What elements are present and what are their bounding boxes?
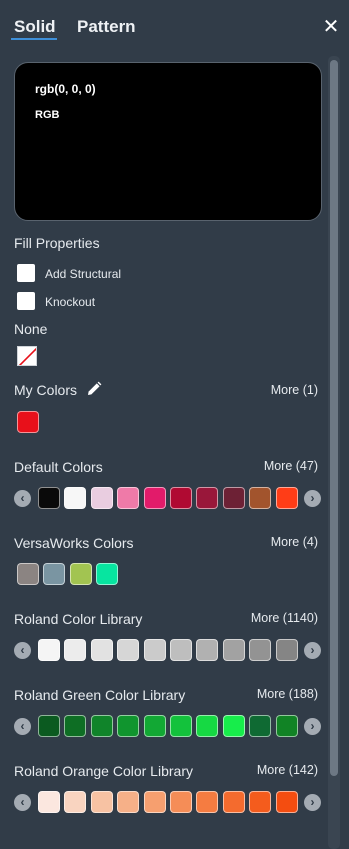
color-swatch[interactable] (38, 639, 60, 661)
chevron-left-icon[interactable]: ‹ (14, 718, 31, 735)
default-colors-more-link[interactable]: More (47) (264, 459, 318, 473)
my-colors-title: My Colors (14, 382, 78, 398)
roland-green-color-library-more-link[interactable]: More (188) (257, 687, 318, 701)
knockout-checkbox[interactable] (17, 292, 35, 310)
roland-green-color-library-title: Roland Green Color Library (14, 687, 186, 703)
color-swatch[interactable] (90, 791, 113, 813)
color-swatch[interactable] (170, 639, 192, 661)
chevron-left-icon[interactable]: ‹ (14, 642, 31, 659)
color-swatch[interactable] (38, 487, 60, 509)
chevron-right-icon[interactable]: › (304, 718, 321, 735)
color-swatch[interactable] (222, 487, 245, 509)
next-section-peek (14, 834, 314, 849)
color-swatch[interactable] (96, 563, 119, 585)
color-swatch[interactable] (64, 715, 87, 737)
knockout-label: Knockout (45, 295, 96, 309)
color-swatch[interactable] (117, 791, 140, 813)
color-swatch[interactable] (90, 487, 113, 509)
color-swatch[interactable] (222, 639, 245, 661)
no-fill-icon (18, 347, 36, 365)
color-swatch[interactable] (143, 791, 166, 813)
chevron-right-icon[interactable]: › (304, 794, 321, 811)
chevron-left-icon[interactable]: ‹ (14, 490, 31, 507)
color-swatch[interactable] (196, 487, 219, 509)
color-swatch[interactable] (275, 791, 298, 813)
color-swatch[interactable] (117, 487, 140, 509)
color-swatch[interactable] (222, 791, 245, 813)
chevron-right-icon[interactable]: › (304, 642, 321, 659)
color-swatch[interactable] (275, 715, 298, 737)
chevron-right-icon[interactable]: › (304, 490, 321, 507)
color-swatch[interactable] (38, 715, 60, 737)
color-swatch[interactable] (43, 563, 66, 585)
color-swatch[interactable] (196, 715, 219, 737)
versaworks-colors-more-link[interactable]: More (4) (271, 535, 318, 549)
chevron-left-icon[interactable]: ‹ (14, 794, 31, 811)
scrollbar-thumb[interactable] (330, 60, 338, 776)
add-structural-label: Add Structural (45, 267, 122, 281)
color-swatch[interactable] (249, 487, 272, 509)
color-swatch[interactable] (64, 639, 87, 661)
color-preview: rgb(0, 0, 0) RGB (14, 62, 322, 221)
color-swatch[interactable] (222, 715, 245, 737)
tab-bar: Solid Pattern ✕ (0, 0, 349, 46)
no-fill-swatch[interactable] (17, 346, 37, 366)
add-structural-checkbox[interactable] (17, 264, 35, 282)
active-tab-indicator (11, 38, 57, 40)
my-colors-more-link[interactable]: More (1) (271, 383, 318, 397)
tab-pattern[interactable]: Pattern (77, 17, 136, 37)
color-swatch[interactable] (117, 639, 140, 661)
color-swatch[interactable] (275, 487, 298, 509)
fill-properties-title: Fill Properties (14, 235, 100, 251)
color-swatch[interactable] (196, 791, 219, 813)
color-swatch[interactable] (117, 715, 140, 737)
pencil-icon[interactable] (86, 381, 102, 397)
color-swatch[interactable] (90, 639, 113, 661)
color-value: rgb(0, 0, 0) (35, 82, 96, 96)
default-colors-title: Default Colors (14, 459, 103, 475)
color-swatch[interactable] (17, 411, 39, 433)
color-swatch[interactable] (249, 715, 272, 737)
color-swatch[interactable] (170, 487, 192, 509)
color-swatch[interactable] (170, 715, 192, 737)
color-swatch[interactable] (64, 791, 87, 813)
color-swatch[interactable] (249, 639, 272, 661)
color-swatch[interactable] (196, 639, 219, 661)
color-mode: RGB (35, 109, 60, 121)
versaworks-colors-title: VersaWorks Colors (14, 535, 134, 551)
roland-orange-color-library-more-link[interactable]: More (142) (257, 763, 318, 777)
none-title: None (14, 321, 48, 337)
color-swatch[interactable] (90, 715, 113, 737)
color-swatch[interactable] (69, 563, 92, 585)
color-swatch[interactable] (275, 639, 298, 661)
color-swatch[interactable] (143, 715, 166, 737)
roland-color-library-title: Roland Color Library (14, 611, 143, 627)
color-swatch[interactable] (64, 487, 87, 509)
color-swatch[interactable] (17, 563, 39, 585)
close-icon[interactable]: ✕ (322, 17, 340, 37)
roland-orange-color-library-title: Roland Orange Color Library (14, 763, 193, 779)
color-swatch[interactable] (170, 791, 192, 813)
color-swatch[interactable] (143, 487, 166, 509)
roland-color-library-more-link[interactable]: More (1140) (251, 611, 318, 625)
color-swatch[interactable] (143, 639, 166, 661)
color-swatch[interactable] (249, 791, 272, 813)
color-swatch[interactable] (38, 791, 60, 813)
tab-solid[interactable]: Solid (14, 17, 56, 37)
